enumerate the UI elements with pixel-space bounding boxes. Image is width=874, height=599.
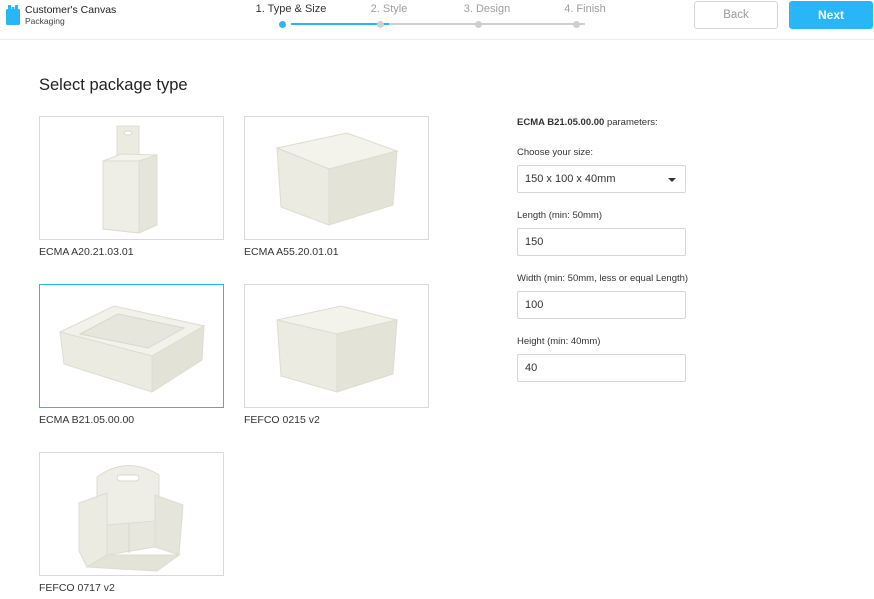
- package-card-ecma-b21[interactable]: ECMA B21.05.00.00: [39, 284, 224, 426]
- package-card-ecma-a20[interactable]: ECMA A20.21.03.01: [39, 116, 224, 258]
- back-button[interactable]: Back: [694, 1, 778, 29]
- chevron-down-icon: [668, 178, 676, 182]
- step-style[interactable]: 2. Style: [339, 3, 439, 28]
- package-thumbnail: [244, 116, 429, 240]
- hanging-box-image: [102, 125, 157, 234]
- step-connector-active: [291, 23, 389, 25]
- package-card-fefco-0215[interactable]: FEFCO 0215 v2: [244, 284, 429, 426]
- size-select-value: 150 x 100 x 40mm: [525, 173, 616, 185]
- parameters-suffix: parameters:: [604, 117, 658, 128]
- step-label: 3. Design: [463, 3, 511, 15]
- package-label: ECMA A20.21.03.01: [39, 246, 134, 258]
- step-design[interactable]: 3. Design: [437, 3, 537, 28]
- closed-box-image: [274, 132, 399, 226]
- length-label: Length (min: 50mm): [517, 210, 603, 221]
- parameters-panel: ECMA B21.05.00.00 parameters: Choose you…: [517, 117, 717, 382]
- package-thumbnail: [244, 284, 429, 408]
- size-select[interactable]: 150 x 100 x 40mm: [517, 165, 686, 193]
- package-label: ECMA B21.05.00.00: [39, 414, 135, 426]
- package-label: FEFCO 0215 v2: [244, 414, 320, 426]
- step-finish[interactable]: 4. Finish: [535, 3, 635, 28]
- step-dot: [573, 21, 580, 28]
- open-tray-image: [58, 304, 205, 393]
- package-card-ecma-a55[interactable]: ECMA A55.20.01.01: [244, 116, 429, 258]
- selected-package-code: ECMA B21.05.00.00: [517, 117, 605, 128]
- step-dot: [377, 21, 384, 28]
- bottle-carrier-image: [78, 465, 184, 572]
- width-input[interactable]: 100: [517, 291, 686, 319]
- next-button[interactable]: Next: [789, 1, 873, 29]
- app-logo[interactable]: Customer's Canvas Packaging: [6, 5, 116, 27]
- package-thumbnail: [39, 116, 224, 240]
- step-label: 4. Finish: [564, 3, 606, 15]
- width-value: 100: [525, 299, 544, 311]
- height-value: 40: [525, 362, 538, 374]
- page-title: Select package type: [39, 76, 188, 94]
- package-logo-icon: [6, 5, 20, 25]
- package-card-fefco-0717[interactable]: FEFCO 0717 v2: [39, 452, 224, 594]
- app-title: Customer's Canvas: [25, 4, 117, 16]
- package-label: FEFCO 0717 v2: [39, 582, 115, 594]
- parameters-heading: ECMA B21.05.00.00 parameters:: [517, 117, 717, 128]
- size-label: Choose your size:: [517, 147, 594, 158]
- step-label: 2. Style: [370, 3, 408, 15]
- step-dot: [279, 21, 286, 28]
- length-value: 150: [525, 236, 544, 248]
- tuck-box-image: [275, 304, 398, 393]
- step-label: 1. Type & Size: [255, 3, 327, 15]
- length-input[interactable]: 150: [517, 228, 686, 256]
- height-label: Height (min: 40mm): [517, 336, 601, 347]
- width-label: Width (min: 50mm, less or equal Length): [517, 273, 689, 284]
- app-subtitle: Packaging: [25, 16, 65, 26]
- step-type-size[interactable]: 1. Type & Size: [241, 3, 341, 28]
- top-bar: Customer's Canvas Packaging 1. Type & Si…: [0, 0, 874, 40]
- package-thumbnail: [39, 284, 224, 408]
- package-label: ECMA A55.20.01.01: [244, 246, 339, 258]
- step-connector: [389, 23, 585, 25]
- height-input[interactable]: 40: [517, 354, 686, 382]
- step-dot: [475, 21, 482, 28]
- package-thumbnail: [39, 452, 224, 576]
- wizard-stepper: 1. Type & Size 2. Style 3. Design 4. Fin…: [250, 3, 630, 33]
